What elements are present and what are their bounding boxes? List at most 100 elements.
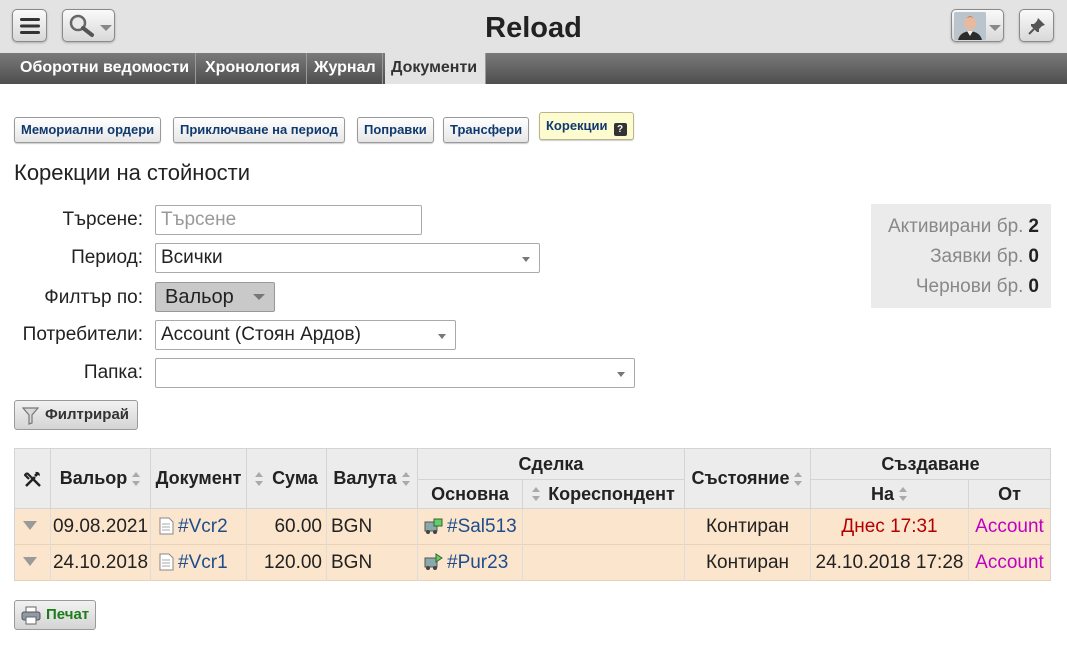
user-menu-button[interactable] bbox=[951, 9, 1004, 42]
cell-currency: BGN bbox=[327, 509, 418, 545]
funnel-icon bbox=[22, 407, 39, 425]
cell-state: Контиран bbox=[685, 545, 811, 581]
document-link[interactable]: #Vcr2 bbox=[178, 516, 228, 537]
sort-icon bbox=[794, 471, 803, 486]
cell-state: Контиран bbox=[685, 509, 811, 545]
col-amount[interactable]: Сума bbox=[247, 449, 327, 509]
pin-icon bbox=[1028, 18, 1045, 35]
users-label: Потребители: bbox=[22, 324, 143, 345]
search-placeholder: Търсене bbox=[161, 209, 237, 230]
print-button[interactable]: Печат bbox=[14, 600, 96, 630]
table-row: 09.08.2021 #Vcr2 60.00 BGN #Sal513 Конти… bbox=[15, 509, 1050, 545]
cell-amount: 60.00 bbox=[247, 509, 327, 545]
sort-icon bbox=[401, 471, 411, 486]
users-value: Account (Стоян Ардов) bbox=[161, 324, 361, 345]
sales-deal-icon bbox=[424, 518, 443, 534]
search-label: Търсене: bbox=[62, 209, 143, 230]
subtab-corrections[interactable]: Поправки bbox=[357, 117, 434, 143]
search-input[interactable]: Търсене bbox=[155, 205, 422, 235]
document-link[interactable]: #Vcr1 bbox=[178, 552, 228, 573]
chevron-down-icon bbox=[522, 257, 530, 262]
col-state[interactable]: Състояние bbox=[685, 449, 811, 509]
deal-link[interactable]: #Pur23 bbox=[447, 552, 508, 573]
page-title: Корекции на стойности bbox=[14, 160, 251, 185]
subtab-memorial-orders[interactable]: Мемориални ордери bbox=[14, 117, 162, 143]
cell-document[interactable]: #Vcr2 bbox=[151, 509, 247, 545]
pin-button[interactable] bbox=[1019, 9, 1054, 42]
col-valor[interactable]: Вальор bbox=[51, 449, 151, 509]
subtab-adjustments[interactable]: Корекции? bbox=[539, 112, 634, 140]
stats-panel: Активирани бр. 2 Заявки бр. 0 Чернови бр. 0 bbox=[871, 204, 1051, 308]
stat-active: Активирани бр. 2 bbox=[887, 216, 1039, 237]
cell-document[interactable]: #Vcr1 bbox=[151, 545, 247, 581]
sort-icon bbox=[532, 487, 541, 501]
col-deal-main[interactable]: Основна bbox=[418, 480, 523, 509]
col-currency[interactable]: Валута bbox=[327, 449, 418, 509]
folder-select[interactable] bbox=[155, 358, 635, 388]
tab-chronology[interactable]: Хронология bbox=[199, 53, 307, 84]
cell-amount: 120.00 bbox=[247, 545, 327, 581]
triangle-down-icon bbox=[23, 557, 37, 566]
filter-by-label: Филтър по: bbox=[44, 287, 143, 308]
filter-button-label: Филтрирай bbox=[45, 406, 130, 423]
col-created: Създаване bbox=[811, 449, 1050, 480]
top-bar: Reload bbox=[0, 0, 1067, 53]
folder-label: Папка: bbox=[83, 362, 143, 383]
print-button-label: Печат bbox=[46, 606, 90, 623]
stat-drafts: Чернови бр. 0 bbox=[915, 276, 1039, 297]
sort-icon bbox=[255, 471, 264, 486]
help-icon[interactable]: ? bbox=[613, 123, 627, 136]
tools-header[interactable] bbox=[15, 449, 51, 509]
sort-icon bbox=[899, 487, 908, 501]
chevron-down-icon bbox=[989, 25, 1001, 31]
cell-deal-main[interactable]: #Sal513 bbox=[418, 509, 523, 545]
col-deal-correspondent[interactable]: Кореспондент bbox=[523, 480, 685, 509]
col-document[interactable]: Документ bbox=[151, 449, 247, 509]
filter-button[interactable]: Филтрирай bbox=[14, 400, 138, 430]
period-select[interactable]: Всички bbox=[155, 243, 540, 273]
deal-link[interactable]: #Sal513 bbox=[447, 516, 517, 537]
row-expand[interactable] bbox=[15, 509, 51, 545]
tab-documents[interactable]: Документи bbox=[385, 53, 486, 84]
tab-journal[interactable]: Журнал bbox=[308, 53, 383, 84]
period-label: Период: bbox=[71, 247, 143, 268]
printer-icon bbox=[21, 606, 41, 625]
document-icon bbox=[159, 517, 174, 535]
cell-deal-correspondent bbox=[523, 545, 685, 581]
row-expand[interactable] bbox=[15, 545, 51, 581]
chevron-down-icon bbox=[438, 334, 446, 339]
col-deal: Сделка bbox=[418, 449, 685, 480]
document-icon bbox=[159, 553, 174, 571]
cell-created-on: 24.10.2018 17:28 bbox=[811, 545, 969, 581]
main-tabs: Оборотни ведомости Хронология Журнал Док… bbox=[0, 53, 1067, 84]
period-value: Всички bbox=[161, 247, 223, 268]
cell-created-by[interactable]: Account bbox=[969, 509, 1050, 545]
tab-turnover-sheets[interactable]: Оборотни ведомости bbox=[14, 53, 197, 84]
col-created-on[interactable]: На bbox=[811, 480, 969, 509]
subtab-adjustments-label: Корекции bbox=[546, 118, 608, 133]
col-created-by[interactable]: От bbox=[969, 480, 1050, 509]
cell-currency: BGN bbox=[327, 545, 418, 581]
documents-table: Вальор Документ Сума Валута Сделка Основ… bbox=[14, 448, 1051, 581]
chevron-down-icon bbox=[253, 294, 265, 300]
filter-by-select[interactable]: Вальор bbox=[155, 282, 275, 312]
table-row: 24.10.2018 #Vcr1 120.00 BGN #Pur23 Конти… bbox=[15, 545, 1050, 581]
subtab-transfers[interactable]: Трансфери bbox=[443, 117, 530, 143]
cell-valor: 09.08.2021 bbox=[51, 509, 151, 545]
subtab-period-closing[interactable]: Приключване на период bbox=[173, 117, 345, 143]
cell-deal-correspondent bbox=[523, 509, 685, 545]
cell-valor: 24.10.2018 bbox=[51, 545, 151, 581]
avatar bbox=[954, 12, 986, 40]
triangle-down-icon bbox=[23, 521, 37, 530]
tools-icon bbox=[23, 471, 41, 487]
purchase-deal-icon bbox=[424, 553, 443, 570]
cell-created-on: Днес 17:31 bbox=[811, 509, 969, 545]
cell-deal-main[interactable]: #Pur23 bbox=[418, 545, 523, 581]
filter-by-value: Вальор bbox=[165, 286, 234, 308]
app-title: Reload bbox=[485, 12, 582, 44]
chevron-down-icon bbox=[617, 372, 625, 377]
cell-created-by[interactable]: Account bbox=[969, 545, 1050, 581]
sort-icon bbox=[132, 471, 141, 486]
stat-requests: Заявки бр. 0 bbox=[930, 246, 1039, 267]
users-select[interactable]: Account (Стоян Ардов) bbox=[155, 320, 456, 350]
